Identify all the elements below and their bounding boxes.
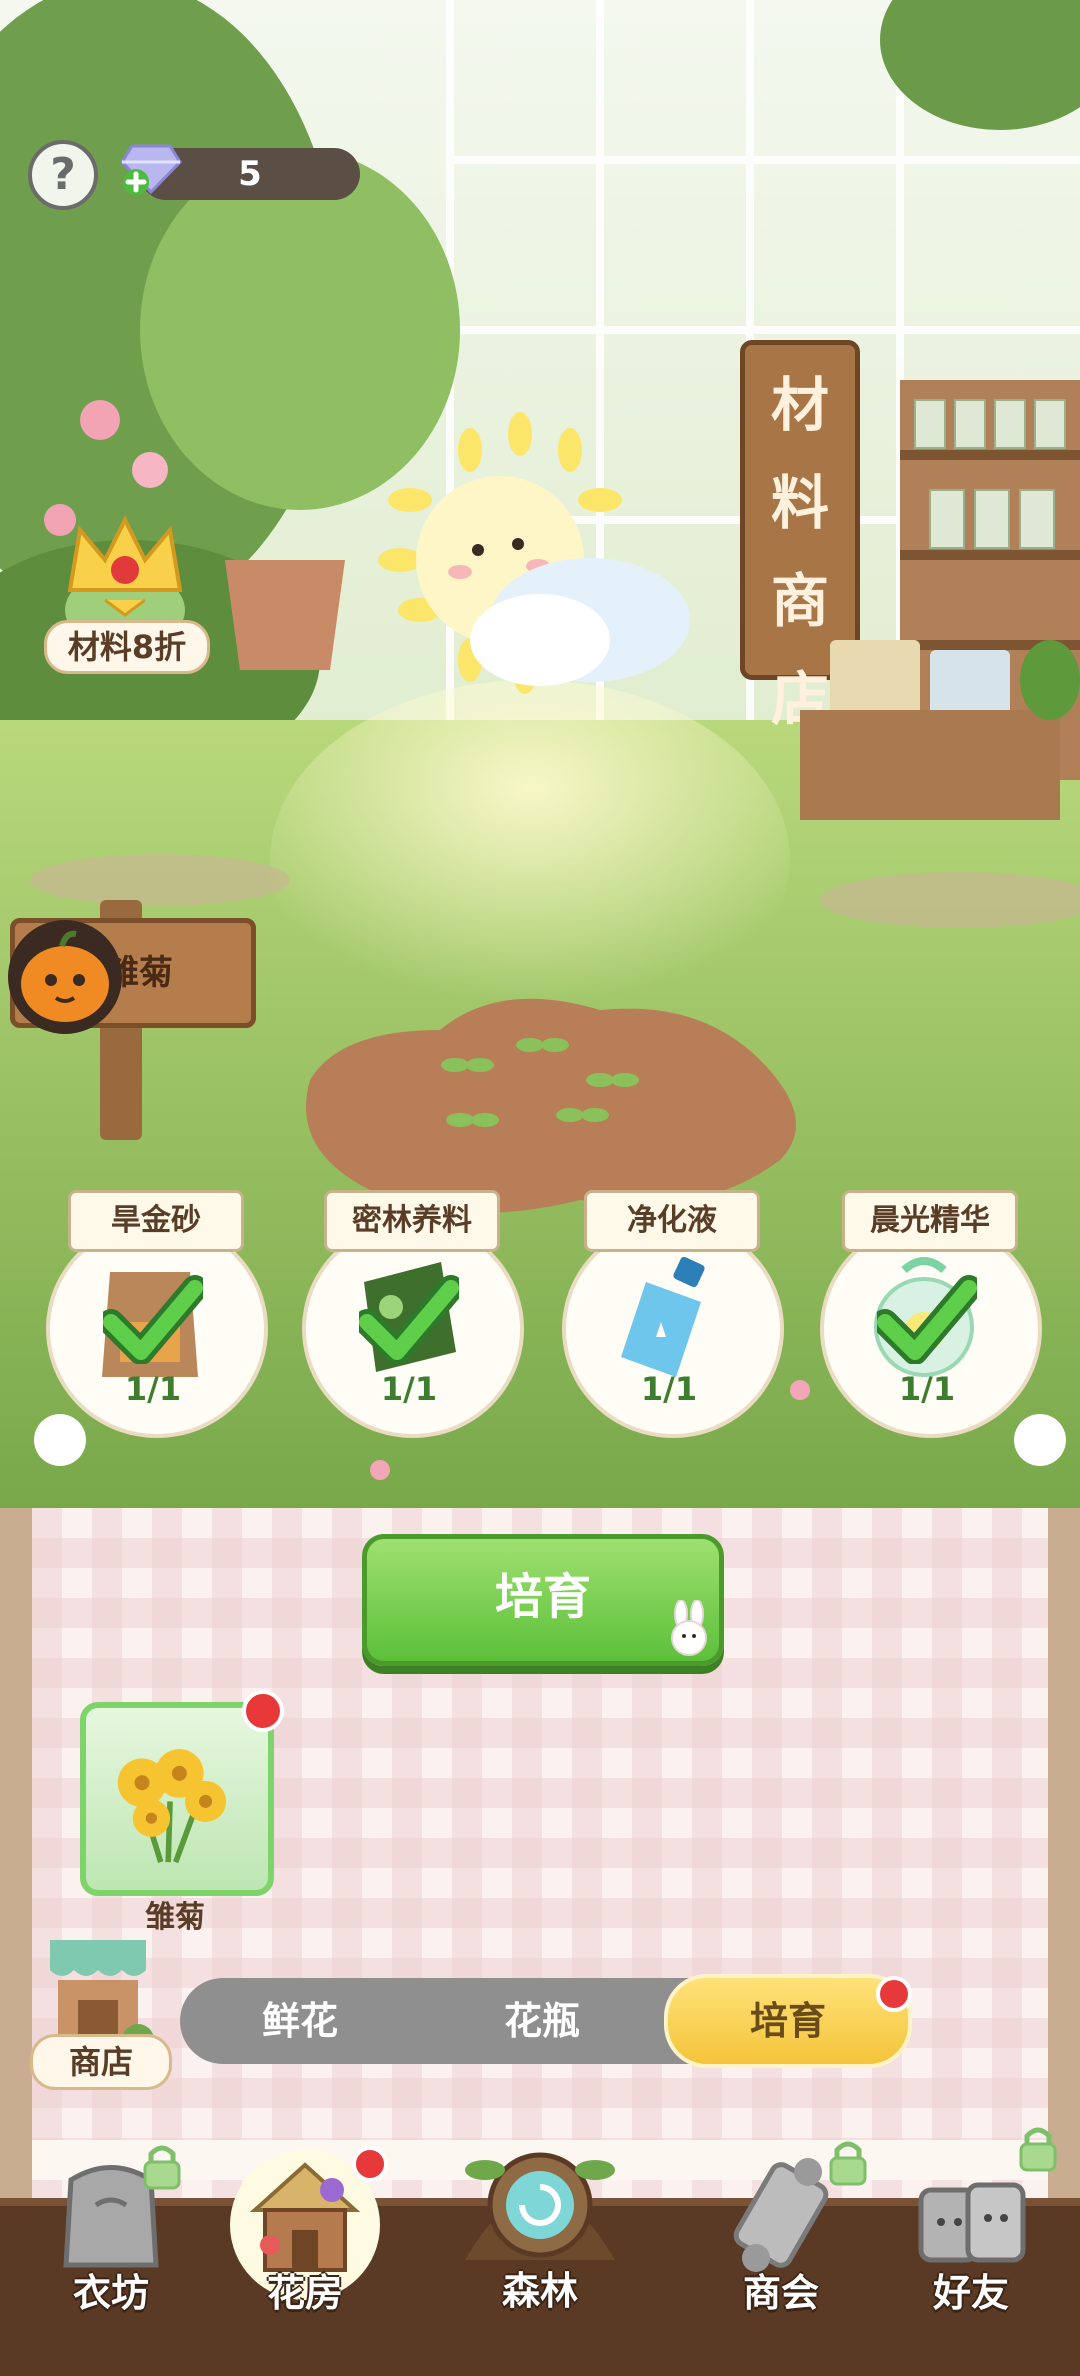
pumpkin-avatar-icon[interactable] bbox=[6, 918, 124, 1036]
material-name: 净化液 bbox=[584, 1190, 760, 1252]
bunny-icon bbox=[671, 1600, 707, 1656]
flower-item-card[interactable] bbox=[80, 1702, 274, 1896]
tab-flowers[interactable]: 鲜花 bbox=[180, 1978, 420, 2064]
material-card[interactable]: 旱金砂 1/1 bbox=[40, 1190, 268, 1438]
nav-label: 花房 bbox=[266, 2271, 343, 2315]
material-count: 1/1 bbox=[124, 1370, 182, 1408]
lock-icon bbox=[143, 2145, 181, 2190]
nav-label: 衣坊 bbox=[72, 2271, 149, 2315]
check-icon bbox=[359, 1275, 459, 1364]
nav-item-forest[interactable]: 森林 bbox=[445, 2110, 635, 2313]
nav-badge bbox=[352, 2146, 388, 2182]
gem-count: 5 bbox=[238, 154, 262, 194]
tab-badge bbox=[876, 1976, 912, 2012]
forest-portal-icon bbox=[465, 2152, 615, 2260]
lock-icon bbox=[829, 2141, 867, 2186]
nav-item-flower-house[interactable]: 花房 bbox=[210, 2146, 400, 2350]
tab-bar: 鲜花 花瓶 培育 bbox=[180, 1974, 912, 2068]
nav-label: 好友 bbox=[932, 2271, 1009, 2315]
material-card[interactable]: 密林养料 1/1 bbox=[296, 1190, 524, 1438]
tab-vases[interactable]: 花瓶 bbox=[422, 1978, 662, 2064]
nav-label: 森林 bbox=[501, 2269, 578, 2313]
check-icon bbox=[103, 1275, 203, 1364]
tab-grow[interactable]: 培育 bbox=[664, 1974, 912, 2068]
discount-label: 材料8折 bbox=[44, 620, 210, 674]
nav-item-friends[interactable]: 好友 bbox=[876, 2127, 1066, 2350]
material-name: 密林养料 bbox=[324, 1190, 500, 1252]
help-button[interactable]: ? bbox=[28, 140, 98, 210]
material-card[interactable]: 晨光精华 1/1 bbox=[814, 1190, 1042, 1438]
greenhouse-scene: ? 5 材料8折 雏菊 材 料 商 店 旱金砂 1/1 密林养料 1/1 净化液… bbox=[0, 0, 1080, 1508]
material-card[interactable]: 净化液 1/1 bbox=[556, 1190, 784, 1438]
material-name: 晨光精华 bbox=[842, 1190, 1018, 1252]
add-gem-icon[interactable] bbox=[118, 140, 184, 196]
material-name: 旱金砂 bbox=[68, 1190, 244, 1252]
nav-item-guild[interactable]: 商会 bbox=[686, 2141, 876, 2350]
daisy-bouquet-icon bbox=[117, 1749, 227, 1864]
new-badge bbox=[242, 1690, 284, 1732]
flower-house-icon bbox=[249, 2162, 361, 2272]
lock-icon bbox=[1019, 2127, 1057, 2172]
material-count: 1/1 bbox=[898, 1370, 956, 1408]
check-icon bbox=[877, 1275, 977, 1364]
shop-button-label[interactable]: 商店 bbox=[30, 2034, 172, 2090]
nav-label: 商会 bbox=[742, 2271, 819, 2315]
material-count: 1/1 bbox=[640, 1370, 698, 1408]
water-bottle-icon bbox=[621, 1256, 705, 1377]
material-shelf[interactable] bbox=[800, 380, 1080, 820]
material-count: 1/1 bbox=[380, 1370, 438, 1408]
nav-item-wardrobe[interactable]: 衣坊 bbox=[16, 2145, 206, 2350]
sun-character-icon[interactable] bbox=[360, 410, 700, 710]
